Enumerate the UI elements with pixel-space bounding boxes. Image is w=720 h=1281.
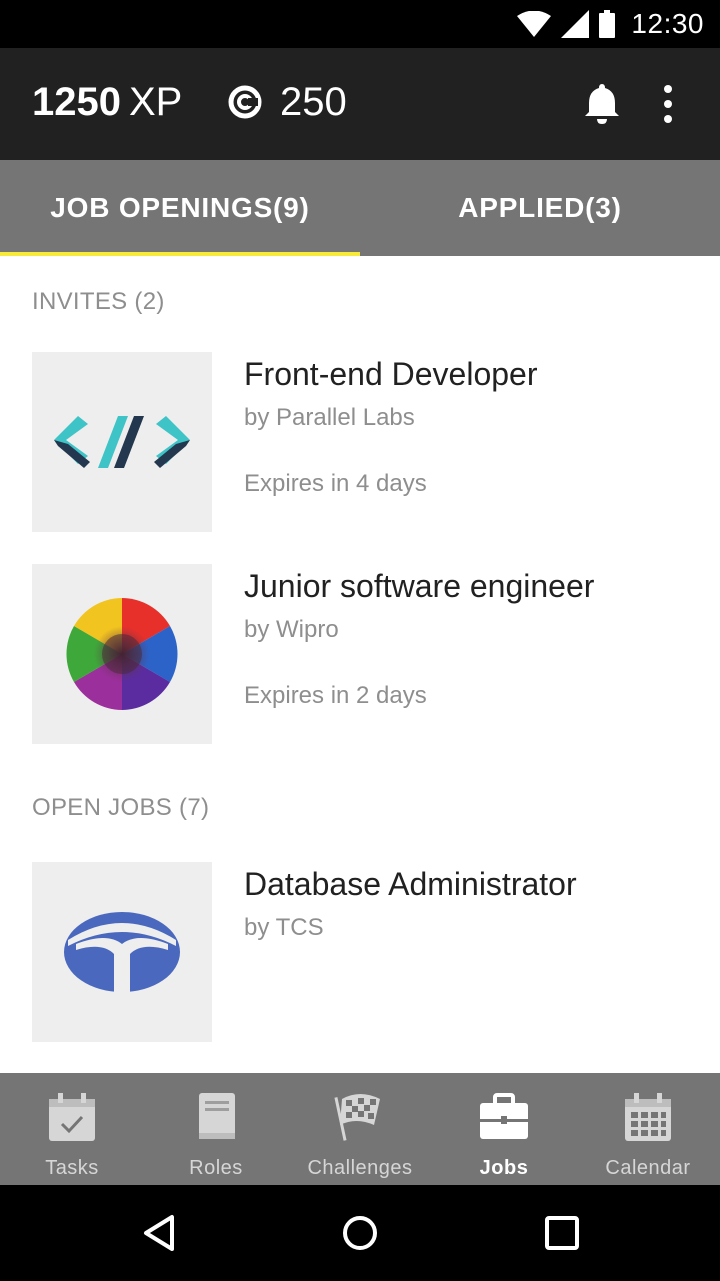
job-expiry: Expires in 2 days — [244, 682, 427, 709]
nav-item-jobs[interactable]: Jobs — [432, 1073, 576, 1185]
book-icon — [199, 1093, 235, 1139]
job-company: by Wipro — [244, 616, 339, 643]
system-nav-bar — [0, 1185, 720, 1281]
status-icons: 12:30 — [517, 0, 704, 48]
nav-item-tasks[interactable]: Tasks — [0, 1073, 144, 1185]
nav-item-roles[interactable]: Roles — [144, 1073, 288, 1185]
nav-label-jobs: Jobs — [479, 1157, 529, 1179]
job-card-front-end-developer[interactable]: Front-end Developer by Parallel Labs Exp… — [0, 352, 720, 532]
tata-logo — [64, 912, 180, 994]
tab-applied[interactable]: APPLIED(3) — [360, 160, 720, 256]
coins-display: 250 — [228, 78, 347, 126]
bottom-nav: Tasks Roles Challenges Jobs Calendar — [0, 1073, 720, 1185]
job-logo — [32, 564, 212, 744]
nav-label-roles: Roles — [189, 1157, 243, 1179]
code-icon — [54, 416, 190, 468]
job-expiry: Expires in 4 days — [244, 470, 427, 497]
battery-icon — [599, 10, 616, 38]
nav-label-calendar: Calendar — [605, 1157, 691, 1179]
job-title: Junior software engineer — [244, 568, 595, 604]
bell-icon[interactable] — [582, 82, 622, 124]
xp-display: 1250 XP — [32, 78, 182, 126]
section-open-jobs-label: OPEN JOBS (7) — [32, 794, 210, 821]
home-icon[interactable] — [340, 1213, 380, 1253]
job-card-junior-software-engineer[interactable]: Junior software engineer by Wipro Expire… — [0, 564, 720, 744]
xp-value: 1250 — [32, 80, 121, 124]
job-logo — [32, 862, 212, 1042]
coin-icon — [228, 85, 262, 119]
nav-item-calendar[interactable]: Calendar — [576, 1073, 720, 1185]
checkered-flag-icon — [334, 1094, 380, 1141]
tab-bar: JOB OPENINGS(9) APPLIED(3) — [0, 160, 720, 256]
status-bar: 12:30 — [0, 0, 720, 48]
tab-job-openings[interactable]: JOB OPENINGS(9) — [0, 160, 360, 256]
more-vert-icon[interactable] — [658, 84, 678, 124]
xp-unit: XP — [128, 80, 183, 124]
wipro-logo — [66, 598, 178, 710]
signal-icon — [561, 10, 590, 38]
status-time: 12:30 — [631, 8, 704, 39]
coin-value: 250 — [280, 79, 347, 124]
job-title: Front-end Developer — [244, 356, 538, 392]
nav-label-tasks: Tasks — [45, 1157, 99, 1179]
job-company: by Parallel Labs — [244, 404, 415, 431]
job-title: Database Administrator — [244, 866, 577, 902]
nav-label-challenges: Challenges — [307, 1157, 413, 1179]
recents-icon[interactable] — [542, 1213, 582, 1253]
job-company: by TCS — [244, 914, 324, 941]
calendar-grid-icon — [625, 1093, 671, 1141]
briefcase-icon — [480, 1093, 528, 1139]
calendar-check-icon — [49, 1093, 95, 1141]
job-logo — [32, 352, 212, 532]
app-bar: 1250 XP 250 — [0, 48, 720, 160]
section-invites-label: INVITES (2) — [32, 288, 165, 315]
nav-item-challenges[interactable]: Challenges — [288, 1073, 432, 1185]
wifi-icon — [517, 11, 552, 37]
back-icon[interactable] — [140, 1213, 180, 1253]
job-card-database-administrator[interactable]: Database Administrator by TCS — [0, 862, 720, 1042]
